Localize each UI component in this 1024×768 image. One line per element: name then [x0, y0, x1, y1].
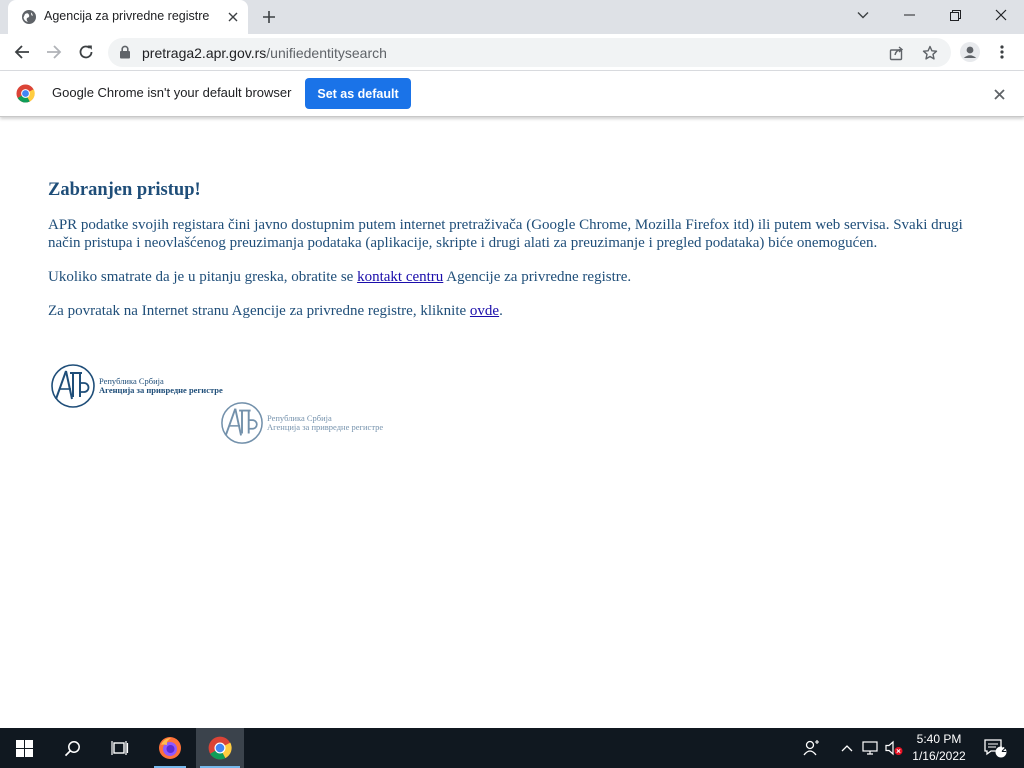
address-bar[interactable]: pretraga2.apr.gov.rs/unifiedentitysearch	[108, 38, 951, 67]
return-text-after: .	[499, 303, 503, 319]
url-host: pretraga2.apr.gov.rs	[142, 45, 267, 61]
return-text-before: Za povratak na Internet stranu Agencije …	[48, 303, 470, 319]
close-window-button[interactable]	[978, 0, 1024, 30]
apr-logo-text: Република Србија Агенција за привредне р…	[267, 413, 384, 433]
search-icon	[64, 740, 80, 756]
page-title: Zabranjen pristup!	[48, 180, 201, 200]
restore-button[interactable]	[932, 0, 978, 30]
tab-title: Agencija za privredne registre	[44, 9, 210, 23]
profile-avatar[interactable]	[957, 39, 983, 65]
logo-line-2: Агенција за привредне регистре	[99, 385, 223, 395]
new-tab-button[interactable]	[258, 6, 280, 28]
apr-emblem-icon	[221, 402, 263, 444]
reload-button[interactable]	[73, 39, 99, 65]
people-icon[interactable]	[802, 738, 822, 758]
apr-logo-faded: Република Србија Агенција за привредне р…	[220, 401, 383, 445]
task-view-button[interactable]	[96, 728, 144, 768]
taskbar-firefox[interactable]	[146, 728, 194, 768]
globe-icon	[21, 9, 37, 25]
apr-logo: Република Србија Агенција за привредне р…	[50, 363, 223, 409]
firefox-icon	[159, 737, 181, 759]
notification-count-badge: 2	[1001, 744, 1007, 754]
return-here-link[interactable]: ovde	[470, 303, 499, 319]
access-info-paragraph: APR podatke svojih registara čini javno …	[48, 217, 963, 251]
page-content: Zabranjen pristup! APR podatke svojih re…	[48, 178, 978, 336]
tab-strip: Agencija za privredne registre	[0, 0, 1024, 34]
apr-logo-text: Република Србија Агенција за привредне р…	[99, 376, 223, 396]
contact-paragraph: Ukoliko smatrate da je u pitanju greska,…	[48, 268, 978, 286]
infobar-message: Google Chrome isn't your default browser	[52, 85, 292, 100]
bookmark-star-icon[interactable]	[920, 43, 940, 63]
set-as-default-button[interactable]: Set as default	[305, 78, 411, 109]
default-browser-infobar: Google Chrome isn't your default browser…	[0, 71, 1024, 117]
share-icon[interactable]	[887, 43, 907, 63]
search-button[interactable]	[48, 728, 96, 768]
windows-taskbar: 5:40 PM 1/16/2022 2	[0, 728, 1024, 768]
menu-kebab-icon[interactable]	[989, 39, 1015, 65]
notification-center-icon[interactable]: 2	[982, 738, 1008, 758]
url-path: /unifiedentitysearch	[266, 45, 387, 61]
back-button[interactable]	[9, 39, 35, 65]
apr-emblem-icon	[51, 364, 95, 408]
forward-button[interactable]	[41, 39, 67, 65]
contact-text-before: Ukoliko smatrate da je u pitanju greska,…	[48, 269, 358, 285]
logo-line-2: Агенција за привредне регистре	[267, 422, 384, 432]
return-paragraph: Za povratak na Internet stranu Agencije …	[48, 302, 978, 320]
minimize-button[interactable]	[886, 0, 932, 30]
chevron-up-icon[interactable]	[837, 738, 857, 758]
chrome-logo-icon	[16, 84, 35, 103]
volume-muted-icon[interactable]	[884, 738, 904, 758]
browser-toolbar: pretraga2.apr.gov.rs/unifiedentitysearch	[0, 34, 1024, 71]
close-icon[interactable]	[224, 8, 242, 26]
contact-text-after: Agencije za privredne registre.	[443, 269, 632, 285]
clock-date: 1/16/2022	[912, 749, 966, 763]
taskbar-chrome[interactable]	[196, 728, 244, 768]
windows-logo-icon	[15, 739, 33, 757]
close-icon[interactable]	[989, 84, 1009, 104]
clock-time: 5:40 PM	[916, 732, 962, 746]
system-clock[interactable]: 5:40 PM 1/16/2022	[906, 731, 972, 765]
contact-center-link[interactable]: kontakt centru	[357, 269, 443, 285]
start-button[interactable]	[0, 728, 48, 768]
chrome-logo-icon	[208, 736, 232, 760]
tab-active[interactable]: Agencija za privredne registre	[8, 0, 248, 34]
network-icon[interactable]	[861, 738, 881, 758]
lock-icon[interactable]	[119, 45, 131, 64]
url-text[interactable]: pretraga2.apr.gov.rs/unifiedentitysearch	[142, 45, 387, 61]
task-view-icon	[111, 741, 129, 755]
tab-search-button[interactable]	[840, 0, 886, 30]
